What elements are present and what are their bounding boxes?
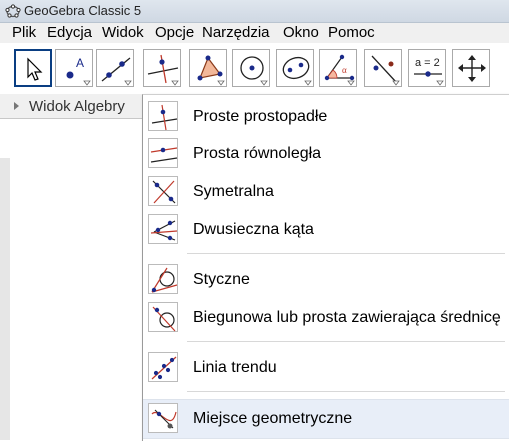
best-fit-line-icon bbox=[148, 352, 178, 382]
menu-item-label: Biegunowa lub prosta zawierająca średnic… bbox=[193, 309, 501, 326]
menu-separator bbox=[187, 391, 505, 392]
tool-line[interactable] bbox=[96, 49, 134, 87]
svg-text:A: A bbox=[76, 56, 84, 70]
menu-help[interactable]: Pomoc bbox=[328, 24, 375, 41]
menu-item-label: Miejsce geometryczne bbox=[193, 410, 353, 427]
menu-item-angle-bisector[interactable]: Dwusieczna kąta bbox=[143, 211, 509, 249]
menu-item-perpendicular[interactable]: Proste prostopadłe bbox=[143, 98, 509, 136]
menu-item-label: Prosta równoległa bbox=[193, 145, 322, 162]
tool-angle[interactable]: α bbox=[319, 49, 357, 87]
svg-text:α: α bbox=[342, 65, 347, 75]
tool-polygon[interactable] bbox=[189, 49, 227, 87]
menu-item-best-fit-line[interactable]: Linia trendu bbox=[143, 349, 509, 387]
tangents-icon bbox=[148, 264, 178, 294]
move-arrow-icon bbox=[27, 57, 43, 81]
window-title: GeoGebra Classic 5 bbox=[24, 3, 142, 18]
algebra-view-header[interactable]: Widok Algebry bbox=[0, 94, 142, 119]
menu-item-tangents[interactable]: Styczne bbox=[143, 261, 509, 299]
menu-view[interactable]: Widok bbox=[102, 24, 144, 41]
reflect-about-line-icon bbox=[371, 55, 400, 86]
slider-icon-label: a = 2 bbox=[415, 57, 440, 69]
line-through-two-points-icon bbox=[101, 57, 132, 86]
perpendicular-bisector-icon bbox=[148, 176, 178, 206]
menu-file[interactable]: Plik bbox=[12, 24, 36, 41]
menu-separator bbox=[187, 253, 505, 254]
tool-reflect[interactable] bbox=[364, 49, 402, 87]
ellipse-icon bbox=[282, 56, 312, 86]
menu-item-perpendicular-bisector[interactable]: Symetralna bbox=[143, 173, 509, 211]
menu-options[interactable]: Opcje bbox=[155, 24, 194, 41]
title-bar: GeoGebra Classic 5 bbox=[0, 0, 509, 23]
menu-item-label: Proste prostopadłe bbox=[193, 108, 328, 125]
menu-edit[interactable]: Edycja bbox=[47, 24, 92, 41]
polygon-icon bbox=[197, 55, 225, 86]
algebra-view-title: Widok Algebry bbox=[29, 98, 125, 115]
menu-item-label: Styczne bbox=[193, 271, 250, 288]
geogebra-app-icon bbox=[5, 3, 21, 24]
tool-move-graphics[interactable] bbox=[452, 49, 490, 87]
menu-item-locus[interactable]: Miejsce geometryczne bbox=[143, 399, 509, 439]
circle-center-point-icon bbox=[240, 56, 268, 86]
menu-item-polar-line[interactable]: Biegunowa lub prosta zawierająca średnic… bbox=[143, 299, 509, 337]
angle-icon: α bbox=[324, 54, 355, 86]
move-graphics-view-icon bbox=[458, 55, 486, 82]
menu-window[interactable]: Okno bbox=[283, 24, 319, 41]
menu-item-label: Symetralna bbox=[193, 183, 274, 200]
locus-icon bbox=[148, 403, 178, 433]
tool-perpendicular[interactable] bbox=[143, 49, 181, 87]
menu-item-parallel[interactable]: Prosta równoległa bbox=[143, 135, 509, 173]
menu-separator bbox=[187, 341, 505, 342]
expand-arrow-icon[interactable] bbox=[14, 102, 19, 110]
menu-item-label: Linia trendu bbox=[193, 359, 277, 376]
perpendicular-line-icon bbox=[148, 101, 178, 131]
menu-item-label: Dwusieczna kąta bbox=[193, 221, 314, 238]
parallel-line-icon bbox=[148, 138, 178, 168]
tool-ellipse[interactable] bbox=[276, 49, 314, 87]
polar-line-icon bbox=[148, 302, 178, 332]
menu-tools[interactable]: Narzędzia bbox=[202, 24, 270, 41]
algebra-view: Widok Algebry bbox=[0, 94, 143, 440]
point-icon: A bbox=[66, 56, 91, 86]
tool-slider[interactable]: a = 2 bbox=[408, 49, 446, 87]
tool-dropdown-menu: Proste prostopadłe Prosta równoległa Sym… bbox=[142, 94, 509, 441]
perpendicular-line-icon bbox=[147, 54, 179, 86]
toolbar: A α a = 2 bbox=[0, 44, 509, 94]
menu-bar: Plik Edycja Widok Opcje Narzędzia Okno P… bbox=[0, 23, 509, 43]
algebra-scrollbar[interactable] bbox=[0, 158, 10, 440]
angle-bisector-icon bbox=[148, 214, 178, 244]
slider-icon: a = 2 bbox=[414, 57, 444, 86]
tool-point[interactable]: A bbox=[55, 49, 93, 87]
tool-circle[interactable] bbox=[232, 49, 270, 87]
tool-move[interactable] bbox=[14, 49, 52, 87]
